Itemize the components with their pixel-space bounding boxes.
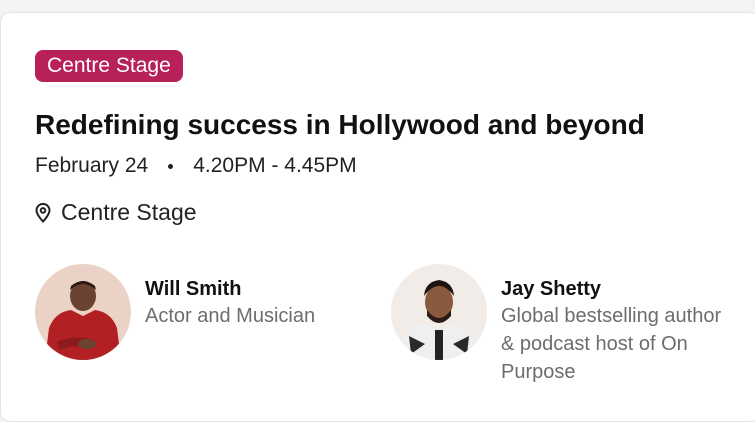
separator-dot xyxy=(168,163,174,169)
session-title: Redefining success in Hollywood and beyo… xyxy=(35,109,645,140)
speaker-jay-shetty[interactable]: Jay Shetty Global bestselling author & p… xyxy=(391,264,731,386)
speaker-name: Jay Shetty xyxy=(501,278,602,300)
avatar xyxy=(35,264,131,360)
speaker-role: Actor and Musician xyxy=(145,305,316,327)
speaker-will-smith[interactable]: Will Smith Actor and Musician xyxy=(35,264,315,360)
stage-badge: Centre Stage xyxy=(35,50,183,82)
session-card[interactable]: Centre Stage Redefining success in Holly… xyxy=(0,12,755,422)
avatar xyxy=(391,264,487,360)
map-pin-icon xyxy=(35,202,51,223)
session-time: 4.20PM - 4.45PM xyxy=(193,154,357,177)
session-datetime: February 24 4.20PM - 4.45PM xyxy=(35,154,357,178)
speaker-role: Global bestselling author & podcast host… xyxy=(501,305,722,383)
session-date: February 24 xyxy=(35,154,149,177)
session-location: Centre Stage xyxy=(35,199,197,226)
location-label: Centre Stage xyxy=(61,199,197,225)
speaker-name: Will Smith xyxy=(145,278,242,300)
